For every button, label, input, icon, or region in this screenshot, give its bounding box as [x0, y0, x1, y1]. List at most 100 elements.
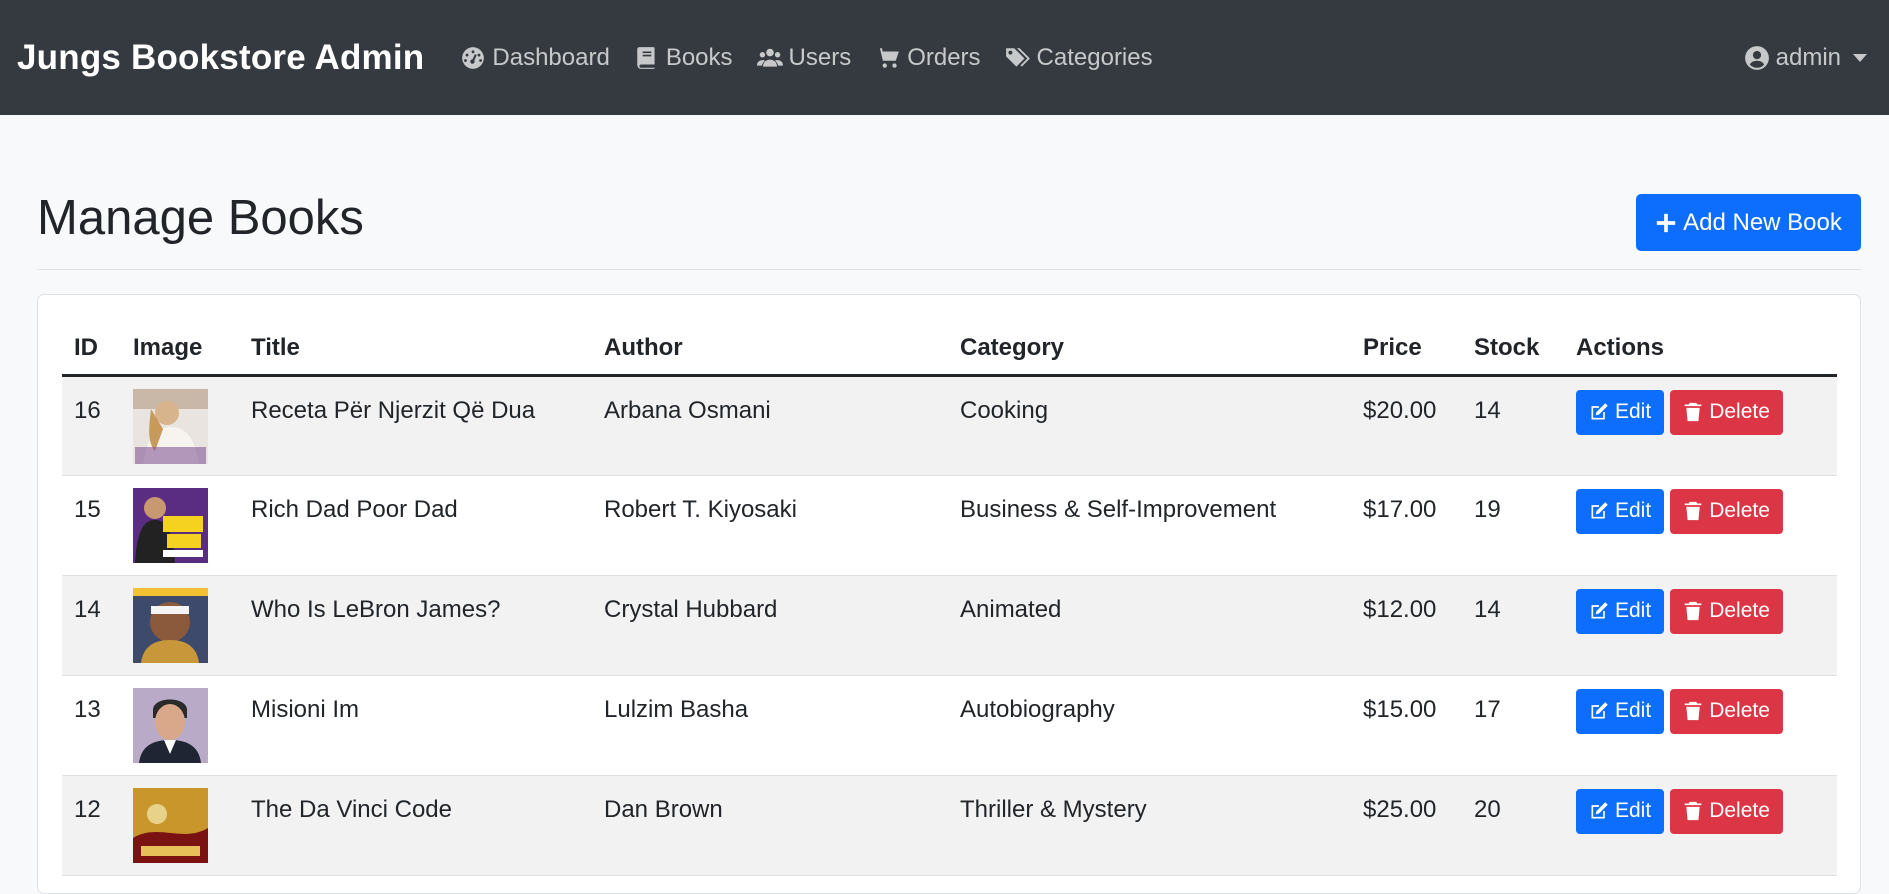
column-header-actions: Actions	[1564, 331, 1837, 377]
edit-button[interactable]: Edit	[1576, 588, 1665, 634]
cell-title: Misioni Im	[239, 675, 592, 776]
cell-id: 14	[62, 575, 121, 676]
edit-label: Edit	[1615, 599, 1652, 622]
nav-item-users[interactable]: Users	[756, 43, 852, 72]
cell-title: Rich Dad Poor Dad	[239, 475, 592, 576]
top-navbar: Jungs Bookstore Admin Dashboard Books Us…	[0, 0, 1889, 115]
book-cover-image	[133, 687, 208, 763]
user-name: admin	[1775, 43, 1841, 71]
table-row: 13 Misioni Im Lulzim Basha Autobiography…	[62, 675, 1837, 776]
books-card: ID Image Title Author Category Price Sto…	[37, 294, 1861, 894]
edit-button[interactable]: Edit	[1576, 389, 1665, 435]
user-dropdown[interactable]: admin	[1744, 0, 1867, 115]
column-header-price: Price	[1351, 331, 1462, 377]
edit-label: Edit	[1615, 499, 1652, 522]
delete-label: Delete	[1709, 799, 1770, 822]
book-cover-image	[133, 587, 208, 663]
column-header-author: Author	[592, 331, 948, 377]
edit-icon	[1591, 502, 1608, 519]
column-header-id: ID	[62, 331, 121, 377]
trash-icon	[1684, 601, 1702, 621]
cell-stock: 14	[1462, 375, 1564, 476]
cell-price: $15.00	[1351, 675, 1462, 776]
nav-label-orders: Orders	[907, 43, 981, 71]
table-row: 16 Receta Për Njerzit Që Dua Arbana Osma…	[62, 375, 1837, 476]
nav-item-categories[interactable]: Categories	[1005, 44, 1153, 72]
plus-icon	[1656, 213, 1676, 232]
books-table: ID Image Title Author Category Price Sto…	[62, 331, 1837, 876]
table-row: 12 The Da Vinci Code Dan Brown Thriller …	[62, 775, 1837, 876]
chevron-down-icon	[1853, 53, 1867, 62]
trash-icon	[1684, 801, 1702, 821]
delete-label: Delete	[1709, 400, 1770, 423]
cell-author: Robert T. Kiyosaki	[592, 475, 948, 576]
shopping-cart-icon	[876, 47, 900, 68]
trash-icon	[1684, 501, 1702, 521]
tags-icon	[1005, 47, 1030, 67]
cell-id: 15	[62, 475, 121, 576]
cell-author: Dan Brown	[592, 775, 948, 876]
cell-author: Arbana Osmani	[592, 375, 948, 476]
user-circle-icon	[1744, 45, 1769, 70]
column-header-stock: Stock	[1462, 331, 1564, 377]
cell-price: $20.00	[1351, 375, 1462, 476]
column-header-title: Title	[239, 331, 592, 377]
delete-button[interactable]: Delete	[1670, 488, 1783, 534]
table-row: 15 Rich Dad Poor Dad Robert T. Kiyosaki …	[62, 475, 1837, 576]
edit-label: Edit	[1615, 799, 1652, 822]
edit-icon	[1591, 602, 1608, 619]
page-title: Manage Books	[37, 191, 364, 245]
book-icon	[637, 46, 655, 69]
nav-label-books: Books	[665, 43, 733, 71]
cell-title: Receta Për Njerzit Që Dua	[239, 375, 592, 476]
cell-title: The Da Vinci Code	[239, 775, 592, 876]
nav-item-orders[interactable]: Orders	[875, 43, 981, 72]
cell-author: Lulzim Basha	[592, 675, 948, 776]
delete-label: Delete	[1709, 699, 1770, 722]
edit-button[interactable]: Edit	[1576, 788, 1665, 834]
cell-price: $17.00	[1351, 475, 1462, 576]
table-row: 14 Who Is LeBron James? Crystal Hubbard …	[62, 575, 1837, 676]
cell-category: Animated	[948, 575, 1351, 676]
delete-button[interactable]: Delete	[1670, 688, 1783, 734]
delete-label: Delete	[1709, 599, 1770, 622]
delete-label: Delete	[1709, 499, 1770, 522]
column-header-image: Image	[121, 331, 239, 377]
nav-label-categories: Categories	[1036, 43, 1153, 71]
cell-title: Who Is LeBron James?	[239, 575, 592, 676]
delete-button[interactable]: Delete	[1670, 389, 1783, 435]
edit-icon	[1591, 702, 1608, 719]
trash-icon	[1684, 701, 1702, 721]
tachometer-icon	[462, 46, 485, 69]
main-nav: Dashboard Books Users Orders Categories	[460, 44, 1176, 72]
add-new-book-button[interactable]: Add New Book	[1636, 194, 1861, 251]
brand-title[interactable]: Jungs Bookstore Admin	[17, 38, 424, 78]
delete-button[interactable]: Delete	[1670, 588, 1783, 634]
cell-price: $12.00	[1351, 575, 1462, 676]
edit-icon	[1591, 403, 1608, 420]
users-icon	[756, 48, 783, 67]
edit-label: Edit	[1615, 699, 1652, 722]
page-header: Manage Books Add New Book	[37, 180, 1861, 270]
cell-stock: 14	[1462, 575, 1564, 676]
book-cover-image	[133, 388, 208, 464]
cell-stock: 20	[1462, 775, 1564, 876]
cell-id: 16	[62, 375, 121, 476]
cell-price: $25.00	[1351, 775, 1462, 876]
cell-author: Crystal Hubbard	[592, 575, 948, 676]
nav-item-books[interactable]: Books	[634, 44, 733, 72]
book-cover-image	[133, 487, 208, 563]
cell-category: Thriller & Mystery	[948, 775, 1351, 876]
nav-item-dashboard[interactable]: Dashboard	[460, 43, 610, 72]
cell-stock: 19	[1462, 475, 1564, 576]
delete-button[interactable]: Delete	[1670, 788, 1783, 834]
nav-label-dashboard: Dashboard	[492, 43, 610, 71]
cell-stock: 17	[1462, 675, 1564, 776]
edit-button[interactable]: Edit	[1576, 688, 1665, 734]
cell-id: 12	[62, 775, 121, 876]
book-cover-image	[133, 787, 208, 863]
cell-category: Cooking	[948, 375, 1351, 476]
edit-button[interactable]: Edit	[1576, 488, 1665, 534]
nav-label-users: Users	[788, 43, 852, 71]
cell-category: Autobiography	[948, 675, 1351, 776]
